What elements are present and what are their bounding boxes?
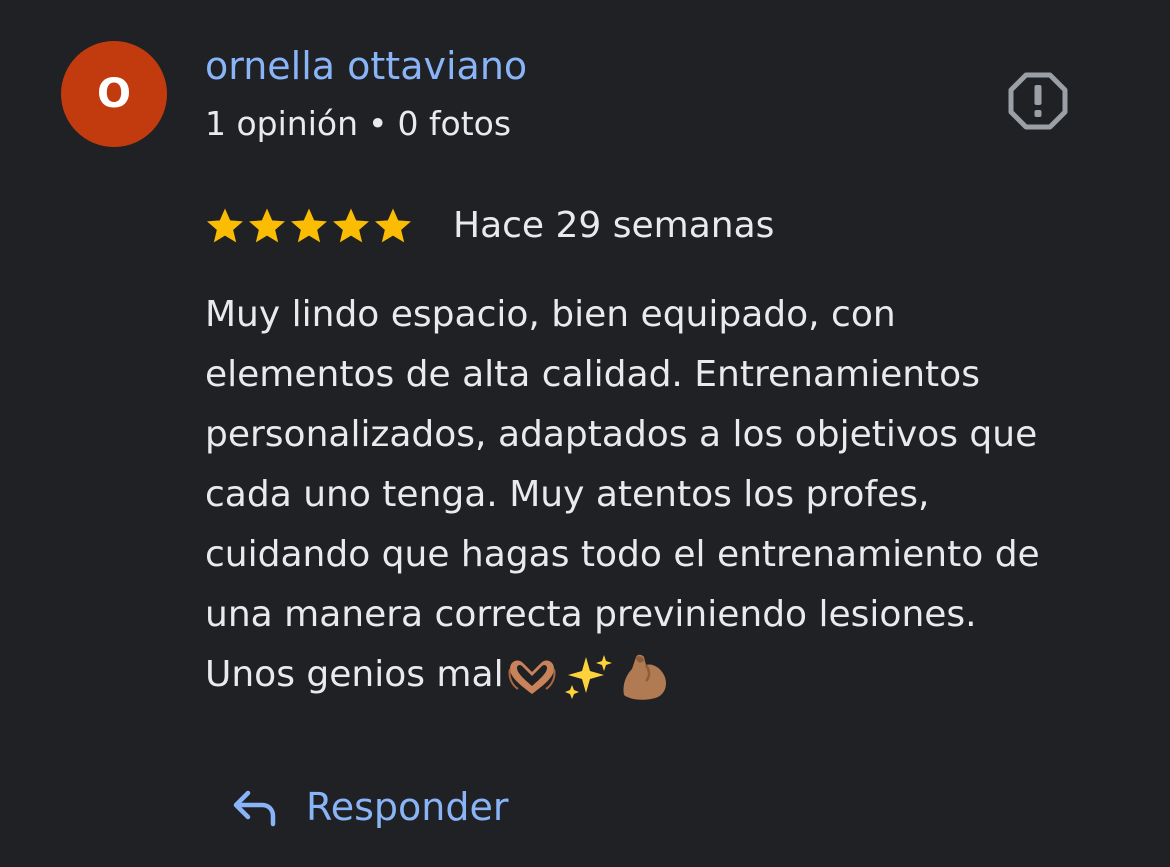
sparkles-emoji — [564, 655, 612, 699]
review-line: cada uno tenga. Muy atentos los profes, — [205, 474, 930, 515]
star-icon — [375, 208, 411, 242]
avatar-initial: O — [96, 71, 131, 117]
photo-count: 0 fotos — [397, 104, 512, 143]
rating-row: Hace 29 semanas — [205, 205, 774, 246]
report-button[interactable] — [1008, 72, 1068, 130]
review-line: Unos genios mal — [205, 654, 504, 695]
star-rating — [205, 206, 413, 246]
review-line: elementos de alta calidad. Entrenamiento… — [205, 354, 980, 395]
review-last-line: Unos genios mal — [205, 645, 1125, 705]
reviewer-name[interactable]: ornella ottaviano — [205, 44, 527, 88]
review-line: personalizados, adaptados a los objetivo… — [205, 414, 1038, 455]
meta-separator: • — [367, 104, 388, 143]
star-icon — [333, 208, 369, 242]
review-timestamp: Hace 29 semanas — [453, 205, 775, 246]
reviewer-meta: 1 opinión • 0 fotos — [205, 104, 511, 143]
review-card: O ornella ottaviano 1 opinión • 0 fotos Ha… — [0, 0, 1170, 867]
star-icon — [249, 208, 285, 242]
review-line: cuidando que hagas todo el entrenamiento… — [205, 534, 1040, 575]
reply-arrow-icon — [233, 790, 276, 827]
review-line: una manera correcta previniendo lesiones… — [205, 594, 977, 635]
review-body: Muy lindo espacio, bien equipado, con el… — [205, 285, 1125, 705]
flexed-biceps-emoji — [623, 654, 666, 700]
avatar[interactable]: O — [61, 41, 167, 147]
reply-button[interactable]: Responder — [232, 785, 508, 829]
heart-hands-emoji — [508, 660, 556, 694]
reply-label: Responder — [306, 785, 509, 829]
star-icon — [207, 208, 243, 242]
report-flag-icon — [1008, 72, 1068, 130]
review-count: 1 opinión — [205, 104, 358, 143]
star-icon — [291, 208, 327, 242]
review-line: Muy lindo espacio, bien equipado, con — [205, 294, 896, 335]
